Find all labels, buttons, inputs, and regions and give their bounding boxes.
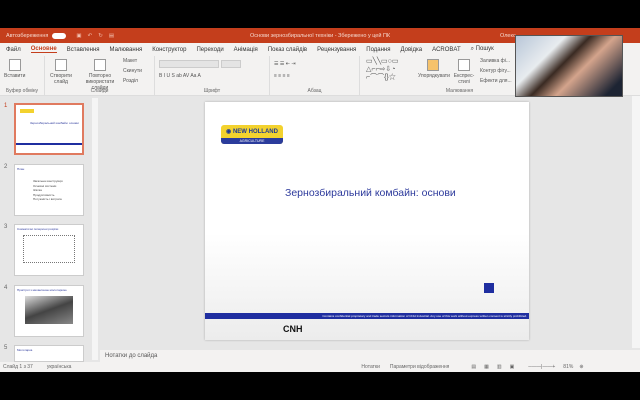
tab-acrobat[interactable]: ACROBAT [432, 47, 461, 53]
arrange-icon [427, 59, 439, 71]
tab-animations[interactable]: Анімація [234, 47, 258, 53]
paste-icon [8, 59, 21, 71]
notes-placeholder: Нотатки до слайда [105, 353, 158, 359]
group-font: B I U S ab AV Aa A Шрифт [155, 56, 270, 96]
section-button[interactable]: Розділ [123, 78, 138, 84]
font-size-combo[interactable] [221, 60, 241, 68]
thumb-title: План [17, 167, 25, 171]
new-slide-button[interactable]: Створити слайд [48, 59, 74, 85]
cnh-logo: CNH [283, 324, 303, 334]
thumb-title: Схематичні поперечні розрізи [17, 227, 59, 231]
notes-button[interactable]: Нотатки [361, 364, 379, 370]
new-slide-icon [55, 59, 67, 71]
new-holland-logo: ◉ NEW HOLLAND AGRICULTURE [221, 125, 283, 144]
group-label: Шрифт [203, 88, 221, 94]
present-icon[interactable]: ▤ [109, 33, 114, 39]
reset-button[interactable]: Скинути [123, 68, 142, 74]
slide-title[interactable]: Зернозбиральний комбайн: основи [285, 187, 456, 199]
thumb-bullet: Потужність і витрата [33, 197, 62, 201]
shape-fill-button[interactable]: Заливка фі... [480, 58, 510, 64]
tab-help[interactable]: Довідка [400, 47, 422, 53]
align-buttons[interactable]: ≡ ≡ ≡ ≡ [274, 73, 290, 79]
slide-thumbnails-pane: 1 Зернозбиральний комбайн: основи 2 План… [0, 96, 92, 362]
save-icon[interactable]: ▣ [76, 33, 81, 39]
thumb-band [16, 143, 82, 145]
confidentiality-footer: Contains confidential proprietary and tr… [205, 313, 529, 319]
thumb-bullets: Загальна конструкція Основні системи Жат… [33, 179, 83, 202]
paste-button[interactable]: Вставити [4, 59, 25, 79]
thumb-logo [20, 109, 34, 113]
document-title: Основи зернозбиральної техніки - Збереже… [250, 32, 391, 39]
shape-outline-button[interactable]: Контур фігу... [480, 68, 511, 74]
thumb-title: Пристрої з механічною молотаркою [17, 288, 67, 292]
thumb-number: 1 [4, 103, 8, 109]
slide-thumbnail-2[interactable]: План Загальна конструкція Основні систем… [14, 164, 84, 216]
redo-icon[interactable]: ↻ [98, 33, 103, 39]
slide-thumbnail-5[interactable]: Молотарка [14, 345, 84, 362]
quick-styles-button[interactable]: Експрес-стилі [452, 59, 476, 85]
tab-home[interactable]: Основне [30, 46, 57, 53]
tab-insert[interactable]: Вставлення [67, 47, 100, 53]
slide-count: Слайд 1 з 37 [3, 364, 33, 370]
reuse-icon [94, 59, 106, 71]
group-label: Абзац [307, 88, 322, 94]
quick-styles-icon [458, 59, 470, 71]
list-buttons[interactable]: ☰ ☰ ⇤ ⇥ [274, 61, 296, 67]
group-paragraph: ☰ ☰ ⇤ ⇥ ≡ ≡ ≡ ≡ Абзац [270, 56, 360, 96]
slide-thumbnail-1[interactable]: Зернозбиральний комбайн: основи [14, 103, 84, 155]
thumb-title: Молотарка [17, 348, 33, 352]
autosave-label: Автозбереження [6, 32, 49, 39]
thumb-number: 2 [4, 164, 8, 170]
arrange-button[interactable]: Упорядкувати [418, 59, 450, 79]
view-buttons[interactable]: ▤▦▥▣ [471, 364, 522, 370]
undo-icon[interactable]: ↶ [88, 33, 93, 39]
thresher-image [25, 296, 73, 324]
status-bar: Слайд 1 з 37 українська Нотатки Параметр… [0, 362, 640, 372]
language[interactable]: українська [47, 364, 72, 370]
tab-draw[interactable]: Малювання [110, 47, 143, 53]
tab-slideshow[interactable]: Показ слайдів [268, 47, 307, 53]
group-slides: Створити слайд Повторно використати слай… [45, 56, 155, 96]
blue-square-decoration [484, 283, 494, 293]
shape-effects-button[interactable]: Ефекти для... [480, 78, 512, 84]
reuse-slides-button[interactable]: Повторно використати слайди [79, 59, 121, 91]
tab-view[interactable]: Подання [366, 47, 390, 53]
group-label: Буфер обміну [5, 88, 39, 94]
webcam-overlay [515, 35, 623, 97]
zoom-level[interactable]: 81% [563, 364, 573, 370]
search-box[interactable]: ⌕ Пошук [471, 46, 494, 53]
tab-transitions[interactable]: Переходи [196, 47, 223, 53]
zoom-slider[interactable]: –——|——+ [528, 364, 555, 370]
slide-thumbnail-4[interactable]: Пристрої з механічною молотаркою [14, 285, 84, 337]
thumb-number: 5 [4, 345, 8, 351]
thumb-title: Зернозбиральний комбайн: основи [30, 121, 79, 125]
slide-canvas[interactable]: ◉ NEW HOLLAND AGRICULTURE Зернозбиральний… [205, 102, 529, 340]
combine-diagram-image [23, 235, 75, 263]
shapes-gallery[interactable]: ▭╲╲▭○▭ △⌐⌐⇨⇩◔ ⌐⌒⌒{}☆ [366, 58, 399, 82]
display-settings-button[interactable]: Параметри відображення [390, 364, 450, 370]
group-label: Слайди [90, 88, 109, 94]
font-name-combo[interactable] [159, 60, 219, 68]
slide-thumbnail-3[interactable]: Схематичні поперечні розрізи [14, 224, 84, 276]
thumb-number: 3 [4, 224, 8, 230]
thumbnails-scrollbar[interactable] [92, 98, 98, 360]
layout-button[interactable]: Макет [123, 58, 137, 64]
thumb-number: 4 [4, 285, 8, 291]
tab-review[interactable]: Рецензування [317, 47, 356, 53]
group-clipboard: Вставити Буфер обміну [0, 56, 45, 96]
notes-pane[interactable]: Нотатки до слайда [100, 350, 640, 362]
slide-scrollbar[interactable] [632, 96, 640, 348]
fit-to-window-icon[interactable]: ⊕ [579, 364, 583, 370]
autosave-toggle[interactable] [52, 32, 67, 39]
tab-file[interactable]: Файл [6, 47, 21, 53]
font-format-buttons[interactable]: B I U S ab AV Aa A [159, 73, 201, 79]
tab-design[interactable]: Конструктор [152, 47, 186, 53]
